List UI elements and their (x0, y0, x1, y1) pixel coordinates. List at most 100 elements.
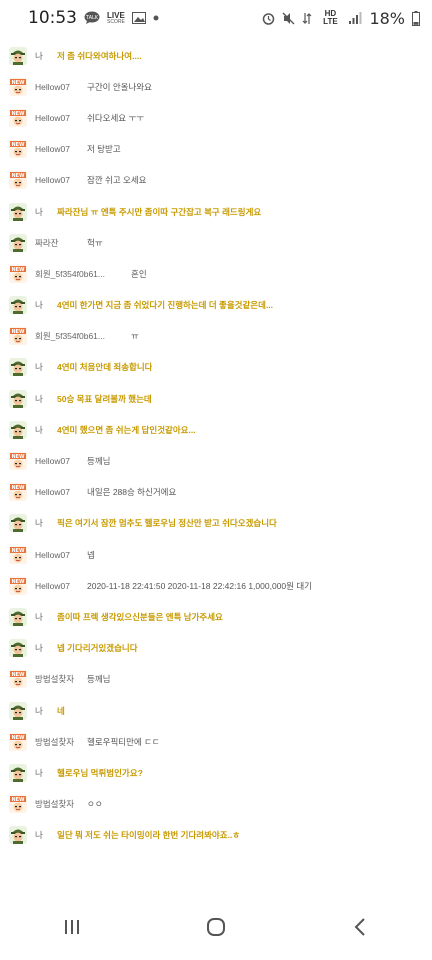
chat-message-row[interactable]: NEW Hellow07 등께님 (0, 445, 432, 476)
message-sender[interactable]: 짜라잔 (35, 237, 87, 249)
message-text: 등께님 (87, 456, 111, 467)
chat-message-row[interactable]: NEW Hellow07 넵 (0, 539, 432, 570)
message-sender[interactable]: Hellow07 (35, 144, 87, 154)
message-sender[interactable]: 나 (35, 642, 57, 654)
message-sender[interactable]: Hellow07 (35, 82, 87, 92)
soldier-icon[interactable] (9, 202, 27, 221)
new-badge-icon[interactable]: NEW (9, 77, 27, 96)
new-badge-icon[interactable]: NEW (9, 576, 27, 595)
soldier-icon[interactable] (9, 514, 27, 533)
talk-icon: TALK (84, 11, 100, 25)
message-sender[interactable]: 회원_5f354f0b61... (35, 268, 131, 280)
chat-message-row[interactable]: 나넵 기다리거있겠습니다 (0, 633, 432, 664)
soldier-icon[interactable] (9, 607, 27, 626)
new-badge-icon[interactable]: NEW (9, 108, 27, 127)
message-sender[interactable]: 나 (35, 517, 57, 529)
back-button[interactable] (330, 909, 390, 949)
message-sender[interactable]: 방법설찾자 (35, 736, 87, 748)
chat-message-row[interactable]: NEW Hellow07 쉬다오세요 ㅜㅜ (0, 102, 432, 133)
soldier-icon[interactable] (9, 826, 27, 845)
new-badge-icon[interactable]: NEW (9, 483, 27, 502)
chat-message-row[interactable]: 나 헬로우님 먹튀범인가요? (0, 757, 432, 788)
message-text: 픽은 여기서 잠깐 멈추도 헬로우님 정산만 받고 쉬다오겠습니다 (57, 518, 277, 529)
status-bar: 10:53 TALK LIVE SCORE HD LTE 18% (0, 0, 432, 36)
chat-message-row[interactable]: NEW 회원_5f354f0b61... 혼인 (0, 258, 432, 289)
chat-message-row[interactable]: 나 일단 뭐 저도 쉬는 타이밍이라 한번 기다려봐야죠..ㅎ (0, 820, 432, 851)
message-text: 헬로우픽티만에 ㄷㄷ (87, 736, 160, 747)
chat-message-row[interactable]: 나 50승 목표 달려볼까 했는데 (0, 383, 432, 414)
chat-message-row[interactable]: NEW Hellow07 구간이 안올나와요 (0, 71, 432, 102)
new-badge-icon[interactable]: NEW (9, 452, 27, 471)
message-text: 헬로우님 먹튀범인가요? (57, 767, 143, 778)
message-sender[interactable]: 나 (35, 705, 57, 717)
message-text: 네 (57, 705, 65, 716)
message-sender[interactable]: 나 (35, 393, 57, 405)
chat-message-list[interactable]: 나저 좀 쉬다와여하나여.... NEW Hellow07 구간이 안올나와요 NEW H… (0, 40, 432, 851)
message-sender[interactable]: Hellow07 (35, 175, 87, 185)
message-text: 헉ㅠ (87, 237, 103, 248)
data-icon (302, 12, 312, 25)
chat-message-row[interactable]: 짜라잔 헉ㅠ (0, 227, 432, 258)
chat-message-row[interactable]: NEW 방법설찾자 등께님 (0, 664, 432, 695)
message-text: ㅠ (131, 331, 139, 342)
home-button[interactable] (186, 909, 246, 949)
svg-text:NEW: NEW (11, 485, 25, 491)
message-sender[interactable]: 나 (35, 299, 57, 311)
chat-message-row[interactable]: NEW Hellow07 저 탕받고 (0, 134, 432, 165)
chat-message-row[interactable]: 나 짜라잔님 ㅠ 엔특 주시만 좀이따 구간잡고 복구 래드링게요 (0, 196, 432, 227)
new-badge-icon[interactable]: NEW (9, 670, 27, 689)
chat-message-row[interactable]: 나 4연미 처음안데 죄송합니다 (0, 352, 432, 383)
chat-message-row[interactable]: NEW Hellow07 잠깐 쉬고 오세요 (0, 165, 432, 196)
chat-message-row[interactable]: 나 좀이따 프렉 생각있으신분들은 엔특 남가주세요 (0, 601, 432, 632)
message-text: 저 탕받고 (87, 144, 121, 155)
message-sender[interactable]: 나 (35, 611, 57, 623)
message-sender[interactable]: 나 (35, 50, 57, 62)
message-sender[interactable]: Hellow07 (35, 456, 87, 466)
new-badge-icon[interactable]: NEW (9, 545, 27, 564)
soldier-icon[interactable] (9, 639, 27, 658)
svg-text:NEW: NEW (11, 142, 25, 148)
new-badge-icon[interactable]: NEW (9, 732, 27, 751)
new-badge-icon[interactable]: NEW (9, 327, 27, 346)
message-sender[interactable]: 나 (35, 767, 57, 779)
message-sender[interactable]: 나 (35, 206, 57, 218)
soldier-icon[interactable] (9, 296, 27, 315)
message-sender[interactable]: 나 (35, 829, 57, 841)
message-sender[interactable]: Hellow07 (35, 581, 87, 591)
soldier-icon[interactable] (9, 233, 27, 252)
chat-message-row[interactable]: NEW Hellow07 내일은 288승 하신거에요 (0, 477, 432, 508)
chat-message-row[interactable]: NEW 회원_5f354f0b61... ㅠ (0, 321, 432, 352)
new-badge-icon[interactable]: NEW (9, 171, 27, 190)
soldier-icon[interactable] (9, 701, 27, 720)
message-sender[interactable]: Hellow07 (35, 487, 87, 497)
message-sender[interactable]: 나 (35, 424, 57, 436)
soldier-icon[interactable] (9, 763, 27, 782)
status-right: HD LTE 18% (262, 9, 420, 28)
chat-message-row[interactable]: 나 픽은 여기서 잠깐 멈추도 헬로우님 정산만 받고 쉬다오겠습니다 (0, 508, 432, 539)
message-sender[interactable]: 방법설찾자 (35, 673, 87, 685)
message-sender[interactable]: 방법설찾자 (35, 798, 87, 810)
new-badge-icon[interactable]: NEW (9, 795, 27, 814)
message-sender[interactable]: 나 (35, 361, 57, 373)
soldier-icon[interactable] (9, 420, 27, 439)
new-badge-icon[interactable]: NEW (9, 264, 27, 283)
recent-apps-button[interactable] (42, 909, 102, 949)
message-sender[interactable]: Hellow07 (35, 113, 87, 123)
chat-message-row[interactable]: 나네 (0, 695, 432, 726)
message-text: ㅇㅇ (87, 799, 103, 810)
soldier-icon[interactable] (9, 46, 27, 65)
soldier-icon[interactable] (9, 358, 27, 377)
svg-text:NEW: NEW (11, 797, 25, 803)
chat-message-row[interactable]: NEW 방법설찾자 헬로우픽티만에 ㄷㄷ (0, 726, 432, 757)
chat-message-row[interactable]: 나저 좀 쉬다와여하나여.... (0, 40, 432, 71)
chat-message-row[interactable]: NEW 방법설찾자 ㅇㅇ (0, 789, 432, 820)
chat-message-row[interactable]: NEW Hellow07 2020-11-18 22:41:50 2020-11-1… (0, 570, 432, 601)
chat-message-row[interactable]: 나 4연미 한가면 지금 좀 쉬었다기 진행하는데 더 좋을것같은데... (0, 290, 432, 321)
new-badge-icon[interactable]: NEW (9, 140, 27, 159)
message-sender[interactable]: 회원_5f354f0b61... (35, 330, 131, 342)
chat-message-row[interactable]: 나 4연미 했으면 좀 쉬는게 답인것같아요... (0, 414, 432, 445)
message-sender[interactable]: Hellow07 (35, 550, 87, 560)
soldier-icon[interactable] (9, 389, 27, 408)
message-text: 구간이 안올나와요 (87, 81, 152, 92)
message-text: 일단 뭐 저도 쉬는 타이밍이라 한번 기다려봐야죠..ㅎ (57, 830, 241, 841)
